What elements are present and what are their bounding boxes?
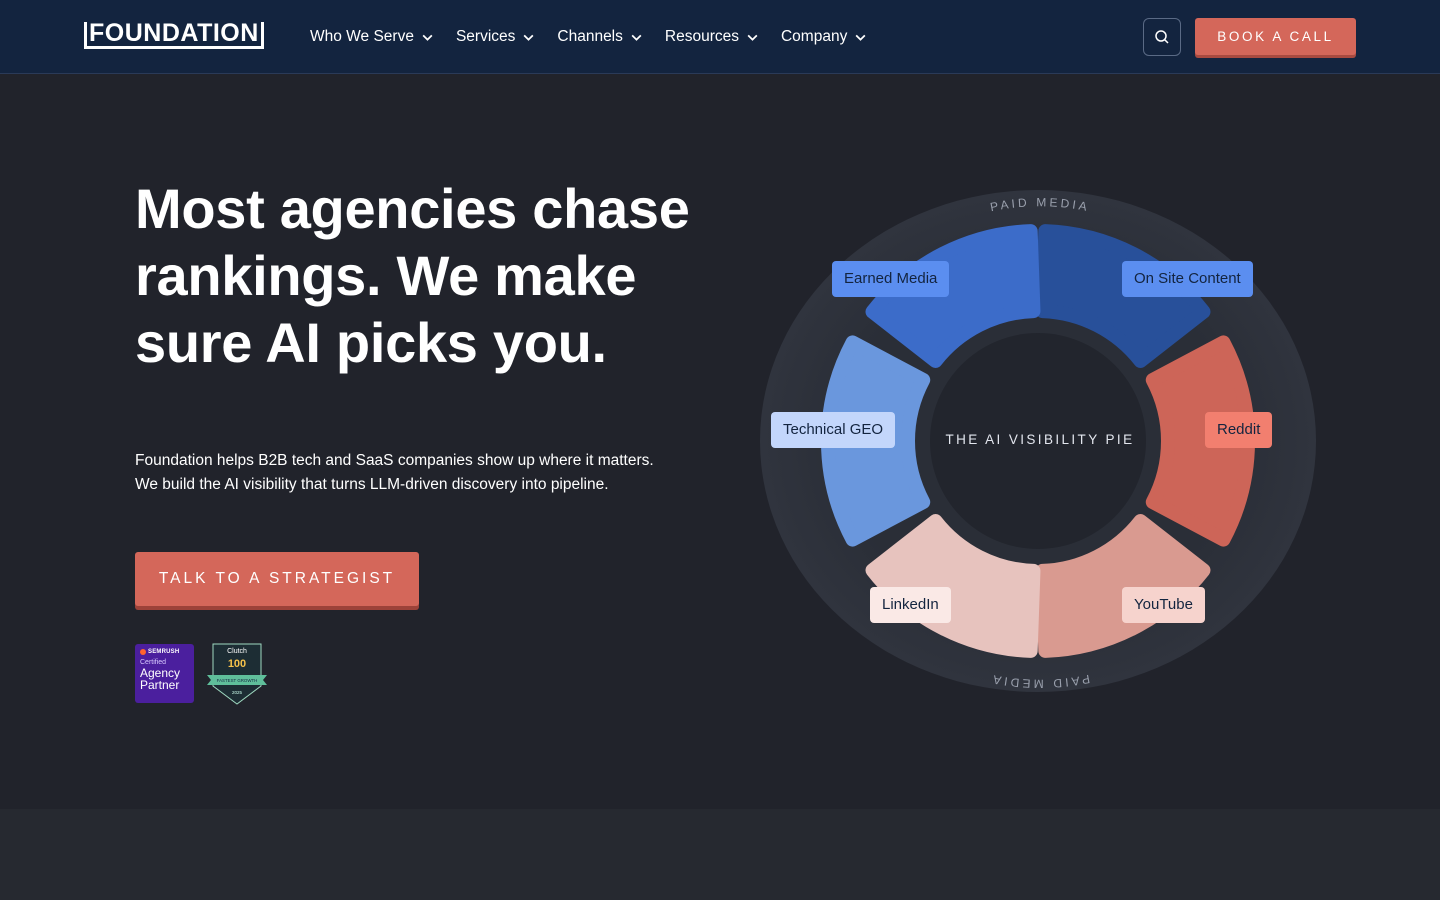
chevron-down-icon — [747, 34, 758, 41]
chevron-down-icon — [631, 34, 642, 41]
logo-wordmark: FOUNDATION — [87, 19, 261, 49]
clutch-year: 2025 — [232, 690, 243, 695]
segment-label-on-site-content[interactable]: On Site Content — [1122, 261, 1253, 297]
clutch-number: 100 — [228, 658, 246, 670]
nav-item-label: Who We Serve — [310, 28, 414, 45]
nav-item-label: Services — [455, 28, 516, 45]
hero-subtitle-line: Foundation helps B2B tech and SaaS compa… — [135, 452, 654, 469]
nav-item-label: Channels — [557, 28, 623, 45]
semrush-brand: SEMRUSH — [140, 649, 189, 655]
foundation-logo[interactable]: FOUNDATION — [84, 19, 264, 49]
chevron-down-icon — [855, 34, 866, 41]
segment-label-earned-media[interactable]: Earned Media — [832, 261, 950, 297]
semrush-logo-icon — [140, 649, 146, 655]
semrush-partner-text: Partner — [140, 678, 180, 692]
nav-item-channels[interactable]: Channels — [557, 26, 643, 48]
clutch-ribbon: FASTEST GROWTH — [217, 678, 258, 683]
pie-center-label: THE AI VISIBILITY PIE — [945, 432, 1135, 447]
logo-right-bar — [260, 22, 264, 49]
nav-item-label: Company — [780, 28, 848, 45]
clutch-brand: Clutch — [227, 648, 247, 655]
nav-item-label: Resources — [664, 28, 739, 45]
hero-title: Most agencies chase rankings. We make su… — [135, 177, 690, 374]
segment-label-reddit[interactable]: Reddit — [1205, 412, 1273, 448]
semrush-certified-text: Certified — [140, 659, 167, 666]
nav-item-services[interactable]: Services — [456, 26, 535, 48]
chevron-down-icon — [523, 34, 534, 41]
segment-label-linkedin[interactable]: LinkedIn — [870, 587, 951, 623]
main-menu: Who We Serve Services Channels Resources… — [310, 26, 889, 48]
book-a-call-button[interactable]: BOOK A CALL — [1195, 18, 1356, 55]
segment-label-technical-geo[interactable]: Technical GEO — [771, 412, 896, 448]
nav-item-who-we-serve[interactable]: Who We Serve — [310, 26, 434, 48]
nav-item-resources[interactable]: Resources — [665, 26, 759, 48]
chevron-down-icon — [422, 34, 433, 41]
hero-subtitle: Foundation helps B2B tech and SaaS compa… — [135, 449, 695, 497]
ai-visibility-pie: PAID MEDIA PAID MEDIA Earned Media On Si… — [760, 180, 1320, 700]
semrush-agency-partner-badge: SEMRUSH Certified Agency Partner — [135, 644, 194, 703]
top-navbar: FOUNDATION Who We Serve Services Channel… — [0, 0, 1440, 74]
semrush-brand-text: SEMRUSH — [148, 649, 180, 655]
talk-to-strategist-button[interactable]: TALK TO A STRATEGIST — [135, 552, 419, 606]
nav-item-company[interactable]: Company — [781, 26, 867, 48]
clutch-100-badge: Clutch 100 FASTEST GROWTH 2025 — [207, 643, 267, 705]
search-button[interactable] — [1143, 18, 1181, 56]
segment-label-youtube[interactable]: YouTube — [1122, 587, 1205, 623]
search-icon — [1155, 30, 1169, 44]
next-section-band — [0, 809, 1440, 900]
hero-subtitle-line: We build the AI visibility that turns LL… — [135, 476, 609, 493]
